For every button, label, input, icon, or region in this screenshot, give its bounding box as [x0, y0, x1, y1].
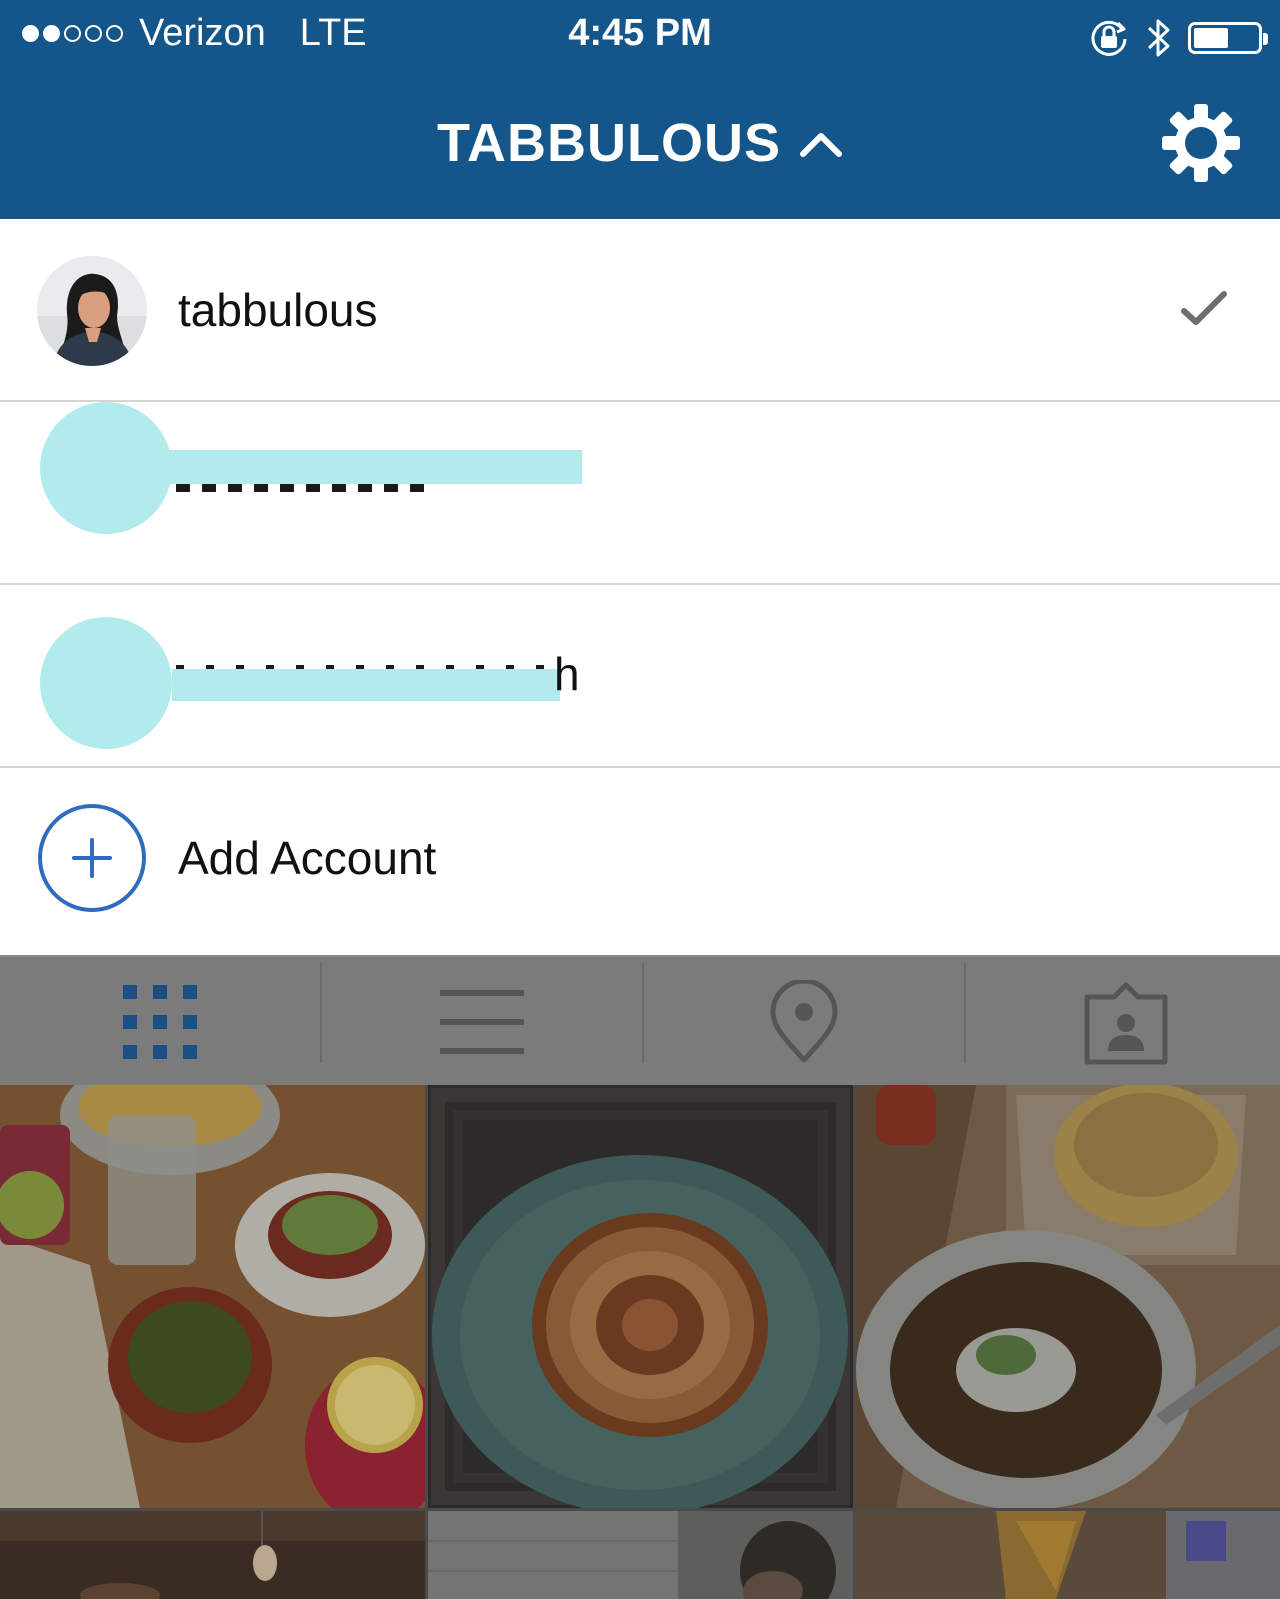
grid-icon [123, 985, 197, 1059]
account-username-visible-part: h [554, 648, 580, 700]
account-row-tabbulous[interactable]: tabbulous [0, 219, 1280, 402]
tab-grid[interactable] [0, 957, 320, 1087]
profile-tab-bar [0, 955, 1280, 1087]
clipped-text-remnant [176, 484, 426, 492]
tagged-person-icon [1084, 982, 1168, 1065]
list-icon [440, 990, 524, 1054]
gear-icon[interactable] [1160, 102, 1242, 184]
account-row-redacted-1[interactable] [0, 402, 1280, 585]
bluetooth-icon [1147, 19, 1170, 57]
chevron-up-icon [799, 133, 842, 157]
account-list: tabbulous h Add Account [0, 219, 1280, 948]
tab-tagged[interactable] [966, 957, 1280, 1087]
nav-bar: TABBULOUS [0, 74, 1280, 219]
tab-map[interactable] [644, 957, 964, 1087]
battery-icon [1188, 22, 1268, 54]
nav-title: TABBULOUS [437, 113, 781, 173]
add-account-row[interactable]: Add Account [0, 768, 1280, 948]
account-row-redacted-2[interactable]: h [0, 585, 1280, 768]
account-switcher-toggle[interactable]: TABBULOUS [0, 112, 1280, 174]
redaction-bar [168, 450, 582, 484]
status-bar: Verizon LTE 4:45 PM [0, 0, 1280, 74]
tab-list[interactable] [322, 957, 642, 1087]
redaction-bar [172, 669, 560, 701]
photo-thumbnail[interactable] [428, 1511, 853, 1599]
status-right [1088, 16, 1268, 60]
battery-tip [1263, 33, 1268, 45]
plus-circle-icon [38, 804, 146, 912]
photo-thumbnail[interactable] [0, 1511, 425, 1599]
photo-grid [0, 1085, 1280, 1599]
photo-thumbnail[interactable] [856, 1085, 1280, 1508]
location-pin-icon [770, 980, 838, 1063]
photo-thumbnail[interactable] [0, 1085, 425, 1508]
redacted-avatar [40, 402, 172, 534]
photo-thumbnail[interactable] [856, 1511, 1280, 1599]
add-account-label: Add Account [178, 832, 437, 884]
avatar [37, 256, 147, 366]
checkmark-icon [1181, 291, 1227, 325]
redacted-avatar [40, 617, 172, 749]
photo-thumbnail[interactable] [428, 1085, 853, 1508]
battery-fill [1194, 28, 1228, 48]
rotation-lock-icon [1091, 20, 1127, 56]
account-username: tabbulous [178, 284, 378, 336]
